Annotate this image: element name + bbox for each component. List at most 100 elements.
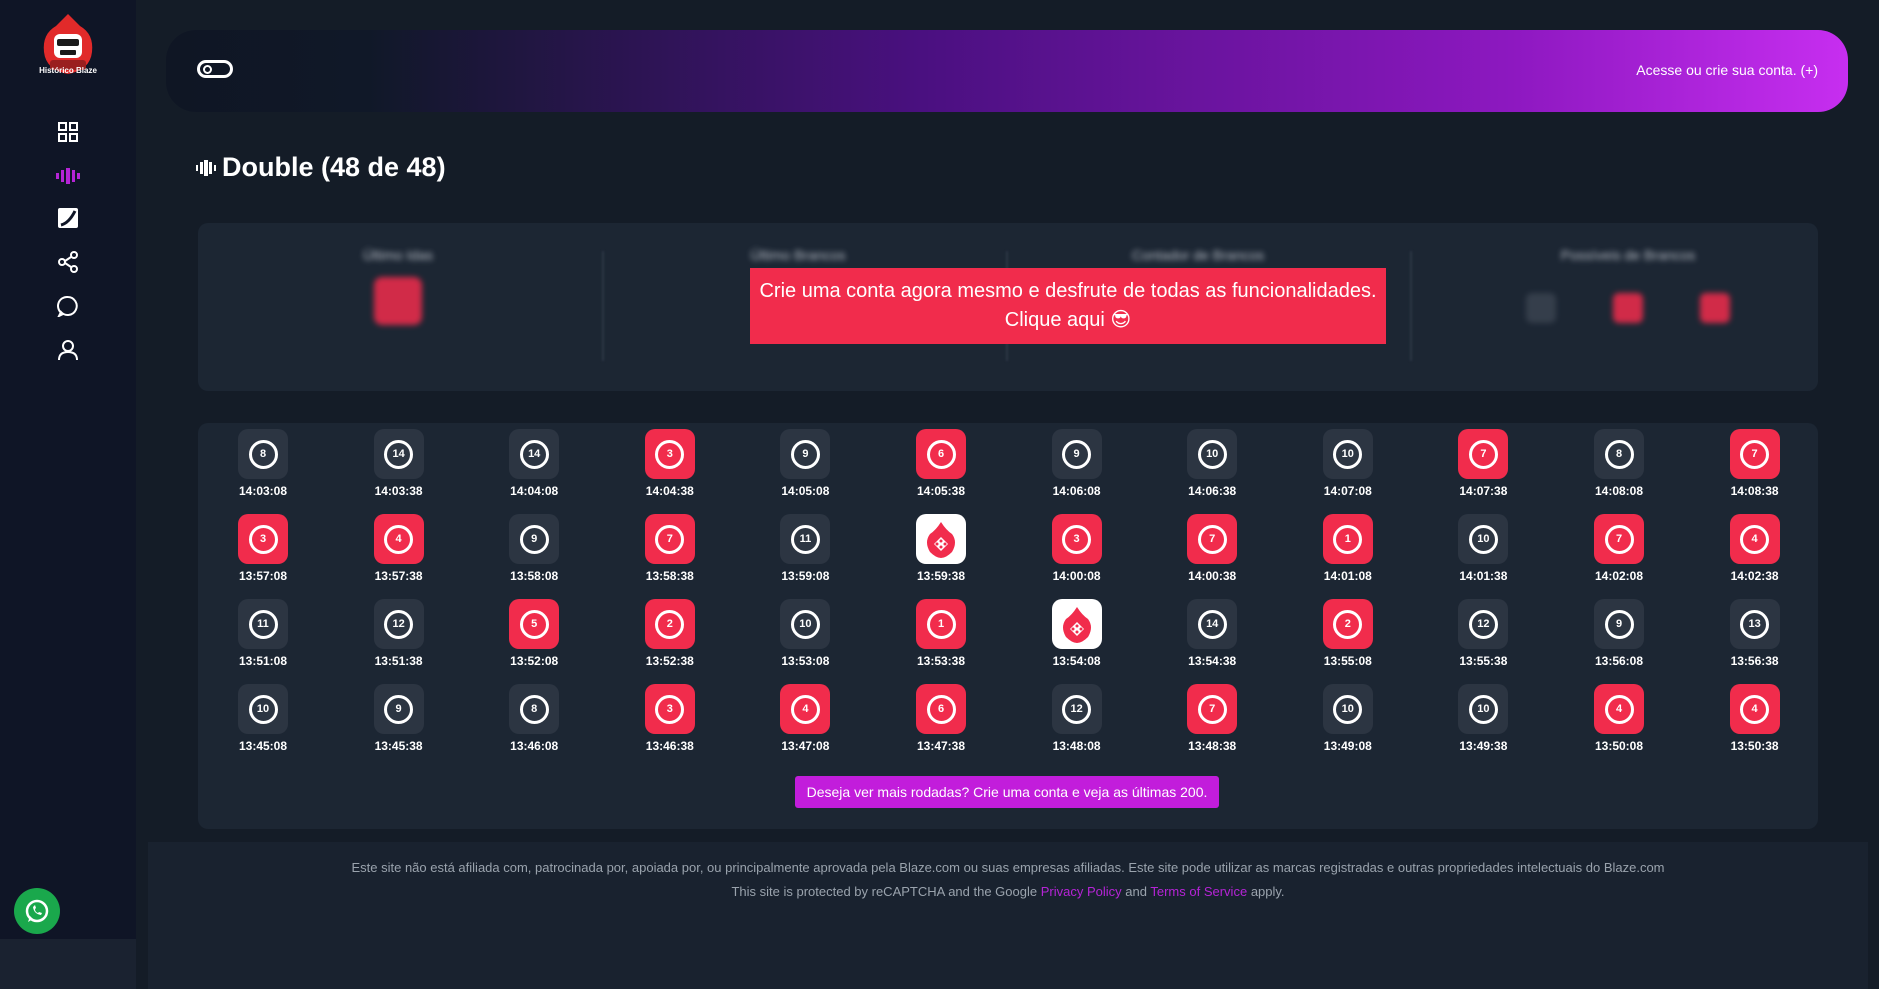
roll-number: 9 bbox=[790, 439, 820, 469]
roll-item: 10 13:49:38 bbox=[1448, 684, 1518, 753]
roll-item: 3 13:46:38 bbox=[635, 684, 705, 753]
roll-number: 8 bbox=[248, 439, 278, 469]
roll-number: 7 bbox=[1197, 694, 1227, 724]
roll-time: 13:56:38 bbox=[1730, 654, 1779, 668]
roll-time: 13:55:38 bbox=[1459, 654, 1508, 668]
nav-crash[interactable] bbox=[56, 206, 80, 230]
nav-user[interactable] bbox=[56, 338, 80, 362]
roll-number: 1 bbox=[1333, 524, 1363, 554]
user-icon bbox=[58, 340, 78, 361]
roll-tile-black: 10 bbox=[1458, 514, 1509, 564]
roll-tile-black: 9 bbox=[373, 684, 424, 734]
logo[interactable] bbox=[40, 12, 96, 88]
roll-time: 13:47:08 bbox=[781, 739, 830, 753]
stat-tile bbox=[1526, 293, 1557, 323]
roll-time: 13:57:38 bbox=[374, 569, 423, 583]
roll-number: 7 bbox=[1740, 439, 1770, 469]
roll-time: 14:08:38 bbox=[1730, 484, 1779, 498]
roll-item: 7 14:07:38 bbox=[1448, 429, 1518, 498]
roll-number: 7 bbox=[1468, 439, 1498, 469]
roll-item: 12 13:55:38 bbox=[1448, 599, 1518, 668]
signup-promo-banner[interactable]: Crie uma conta agora mesmo e desfrute de… bbox=[750, 268, 1386, 344]
roll-tile-red: 4 bbox=[1729, 684, 1780, 734]
see-more-button[interactable]: Deseja ver mais rodadas? Crie uma conta … bbox=[795, 776, 1219, 808]
roll-number: 2 bbox=[1333, 609, 1363, 639]
roll-tile-black: 10 bbox=[1187, 429, 1238, 479]
nav-share[interactable] bbox=[56, 250, 80, 274]
roll-time: 14:01:08 bbox=[1323, 569, 1372, 583]
roll-tile-red: 5 bbox=[509, 599, 560, 649]
nav-chat[interactable] bbox=[56, 294, 80, 318]
logo-text: Histórico Blaze bbox=[39, 66, 97, 75]
roll-number: 7 bbox=[1604, 524, 1634, 554]
roll-tile-black: 9 bbox=[509, 514, 560, 564]
roll-time: 14:04:38 bbox=[645, 484, 694, 498]
roll-time: 14:01:38 bbox=[1459, 569, 1508, 583]
roll-tile-black: 11 bbox=[780, 514, 831, 564]
roll-time: 13:54:38 bbox=[1188, 654, 1237, 668]
roll-tile-red: 3 bbox=[644, 684, 695, 734]
roll-tile-red: 4 bbox=[780, 684, 831, 734]
roll-number: 12 bbox=[384, 609, 414, 639]
roll-number: 10 bbox=[1197, 439, 1227, 469]
roll-item: 12 13:51:38 bbox=[364, 599, 434, 668]
roll-item: 4 14:02:38 bbox=[1720, 514, 1790, 583]
share-icon bbox=[58, 251, 78, 273]
roll-item: 14 13:54:38 bbox=[1177, 599, 1247, 668]
roll-item: 4 13:47:08 bbox=[770, 684, 840, 753]
roll-time: 13:45:38 bbox=[374, 739, 423, 753]
roll-tile-red: 6 bbox=[916, 684, 966, 734]
stat-label: Contador de Brancos bbox=[1131, 247, 1265, 263]
roll-number: 12 bbox=[1062, 694, 1092, 724]
roll-number: 4 bbox=[790, 694, 820, 724]
roll-item: 10 13:53:08 bbox=[770, 599, 840, 668]
roll-number: 10 bbox=[1333, 439, 1363, 469]
roll-item: 9 13:56:08 bbox=[1584, 599, 1654, 668]
nav-dashboard[interactable] bbox=[56, 120, 80, 144]
roll-tile-red: 3 bbox=[1051, 514, 1102, 564]
roll-item: 10 13:49:08 bbox=[1313, 684, 1383, 753]
roll-number: 11 bbox=[790, 524, 820, 554]
roll-tile-black: 10 bbox=[1322, 429, 1373, 479]
roll-time: 14:07:38 bbox=[1459, 484, 1508, 498]
roll-tile-black: 9 bbox=[1594, 599, 1644, 649]
roll-time: 13:55:08 bbox=[1323, 654, 1372, 668]
top-bar: Acesse ou crie sua conta. (+) bbox=[166, 30, 1848, 112]
roll-time: 13:51:08 bbox=[238, 654, 288, 668]
roll-item: 4 13:50:38 bbox=[1720, 684, 1790, 753]
roll-tile-red: 2 bbox=[644, 599, 695, 649]
roll-tile-red: 7 bbox=[1458, 429, 1509, 479]
rolls-grid: 8 14:03:08 14 14:03:38 14 14:04:08 3 14:04:38 9 1… bbox=[198, 423, 1818, 829]
stat-tile bbox=[1699, 293, 1730, 323]
nav-double[interactable] bbox=[56, 164, 80, 188]
roll-tile-red: 4 bbox=[1729, 514, 1780, 564]
privacy-policy-link[interactable]: Privacy Policy bbox=[1041, 884, 1122, 899]
roll-time: 14:02:08 bbox=[1594, 569, 1644, 583]
roll-number: 1 bbox=[926, 609, 956, 639]
roll-time: 13:49:08 bbox=[1323, 739, 1372, 753]
roll-number: 8 bbox=[1604, 439, 1634, 469]
roll-item: 13:54:08 bbox=[1042, 599, 1112, 668]
roll-time: 13:54:08 bbox=[1052, 654, 1101, 668]
roll-time: 13:58:38 bbox=[645, 569, 694, 583]
roll-number: 6 bbox=[926, 694, 956, 724]
roll-item: 2 13:55:08 bbox=[1313, 599, 1383, 668]
theme-toggle[interactable] bbox=[197, 60, 233, 78]
login-link[interactable]: Acesse ou crie sua conta. (+) bbox=[1636, 62, 1818, 78]
roll-item: 3 14:00:08 bbox=[1042, 514, 1112, 583]
footer-recaptcha: This site is protected by reCAPTCHA and … bbox=[148, 884, 1868, 899]
blaze-logo-icon bbox=[927, 522, 955, 558]
roll-number: 10 bbox=[1468, 694, 1498, 724]
roll-tile-black: 12 bbox=[373, 599, 424, 649]
roll-tile-black: 10 bbox=[780, 599, 831, 649]
recaptcha-text: This site is protected by reCAPTCHA and … bbox=[731, 884, 1038, 899]
roll-number: 4 bbox=[1604, 694, 1634, 724]
whatsapp-button[interactable] bbox=[14, 888, 60, 934]
stat-label: Possíveis de Brancos bbox=[1560, 247, 1696, 263]
roll-item: 9 13:45:38 bbox=[364, 684, 434, 753]
terms-link[interactable]: Terms of Service bbox=[1150, 884, 1247, 899]
roll-time: 13:58:08 bbox=[510, 569, 559, 583]
roll-item: 3 14:04:38 bbox=[635, 429, 705, 498]
roll-time: 14:06:38 bbox=[1188, 484, 1237, 498]
blaze-logo-icon bbox=[1062, 607, 1091, 643]
